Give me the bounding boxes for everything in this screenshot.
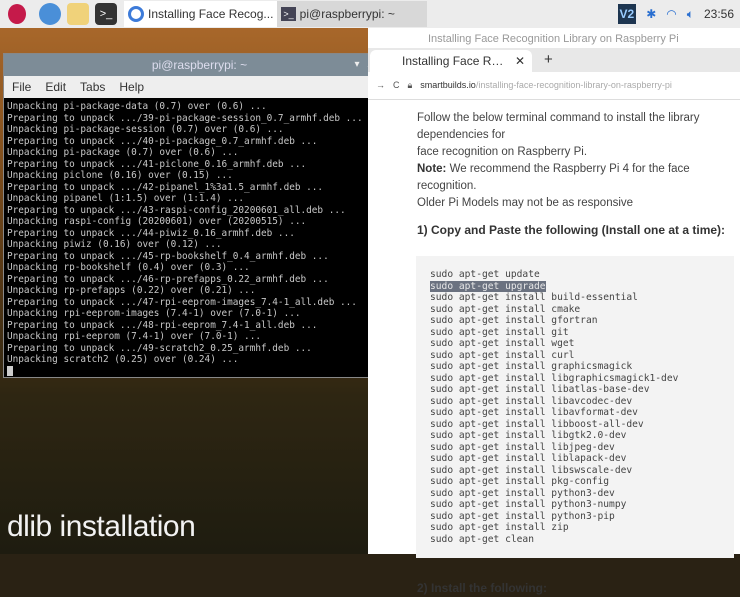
code-line: sudo apt-get install graphicsmagick [430,361,633,372]
browser-window: Installing Face Recognition Library on R… [368,28,740,595]
code-line: sudo apt-get install zip [430,522,569,533]
terminal-cursor [7,365,13,376]
code-line: sudo apt-get update [430,269,540,280]
web-browser-icon[interactable] [39,3,61,25]
note: Note: We recommend the Raspberry Pi 4 fo… [417,163,690,192]
volume-icon[interactable]: 🔈︎ [687,7,694,22]
menu-tabs[interactable]: Tabs [80,80,105,94]
intro-text: Follow the below terminal command to ins… [417,112,700,141]
code-line: sudo apt-get install cmake [430,303,581,315]
browser-title: Installing Face Recognition Library on R… [368,28,740,48]
terminal-line: Unpacking piwiz (0.16) over (0.12) ... [7,239,222,250]
clock: 23:56 [703,7,734,21]
task-label: pi@raspberrypi: ~ [299,7,395,21]
code-line: sudo apt-get install libswscale-dev [430,464,633,476]
minimize-icon[interactable]: ▾ [355,54,360,76]
terminal-line: Preparing to unpack .../47-rpi-eeprom-im… [7,296,357,308]
tab-label: Installing Face Recognition Library [402,54,507,68]
code-line: sudo apt-get install pkg-config [430,476,610,487]
terminal-menubar: File Edit Tabs Help [4,76,395,98]
close-tab-icon[interactable]: ✕ [515,54,525,68]
file-manager-icon[interactable] [67,3,89,25]
terminal-line: Unpacking raspi-config (20200601) over (… [7,216,307,227]
video-caption: dlib installation [7,510,196,543]
new-tab-icon[interactable]: + [544,51,553,68]
terminal-line: Unpacking piclone (0.16) over (0.15) ... [7,170,233,181]
lock-icon: 🔒︎ [407,80,413,90]
terminal-icon[interactable]: >_ [95,3,117,25]
bluetooth-icon[interactable]: ✱ [646,7,656,21]
terminal-line: Unpacking rp-bookshelf (0.4) over (0.3) … [7,262,250,273]
terminal-icon: >_ [281,7,296,21]
url-path: /installing-face-recognition-library-on-… [475,80,672,90]
tab-active[interactable]: Installing Face Recognition Library ✕ [370,50,532,72]
code-line: sudo apt-get install libgraphicsmagick1-… [430,372,679,384]
code-line: sudo apt-get install libavformat-dev [430,407,638,418]
task-label: Installing Face Recog... [148,7,274,21]
menu-edit[interactable]: Edit [45,80,66,94]
page-content: Follow the below terminal command to ins… [368,100,740,597]
code-line: sudo apt-get install libavcodec-dev [430,395,633,407]
terminal-line: Preparing to unpack .../49-scratch2_0.25… [7,342,312,354]
vnc-icon[interactable]: V2 [617,4,637,24]
task-terminal[interactable]: >_ pi@raspberrypi: ~ [277,1,428,27]
taskbar: >_ Installing Face Recog... >_ pi@raspbe… [0,0,740,28]
terminal-line: Preparing to unpack .../46-rp-prefapps_0… [7,273,329,285]
code-line: sudo apt-get install wget [430,338,575,349]
terminal-line: Preparing to unpack .../41-piclone_0.16_… [7,158,307,170]
terminal-line: Unpacking pi-package-session (0.7) over … [7,124,284,135]
code-line: sudo apt-get install libatlas-base-dev [430,384,650,395]
terminal-line: Unpacking rpi-eeprom (7.4-1) over (7.0-1… [7,331,261,342]
task-browser[interactable]: Installing Face Recog... [124,1,278,27]
code-line: sudo apt-get install libboost-all-dev [430,418,644,430]
menu-help[interactable]: Help [119,80,144,94]
raspberry-menu-icon[interactable] [8,4,26,24]
tab-strip: Installing Face Recognition Library ✕ + [368,48,740,72]
terminal-line: Unpacking pi-package (0.7) over (0.6) ..… [7,147,239,158]
forward-icon[interactable]: → [376,80,385,91]
terminal-line: Preparing to unpack .../39-pi-package-se… [7,112,363,124]
wifi-icon[interactable]: ◠ [666,7,676,21]
terminal-line: Unpacking rpi-eeprom-images (7.4-1) over… [7,308,301,319]
code-line: sudo apt-get upgrade [430,280,546,292]
code-line: sudo apt-get install libgtk2.0-dev [430,430,627,441]
terminal-window: pi@raspberrypi: ~ ▾▴✕ File Edit Tabs Hel… [3,53,396,378]
terminal-line: Unpacking scratch2 (0.25) over (0.24) ..… [7,354,239,365]
terminal-line: Preparing to unpack .../43-raspi-config_… [7,204,346,216]
terminal-line: Unpacking pi-package-data (0.7) over (0.… [7,101,267,112]
code-line: sudo apt-get install git [430,326,569,338]
terminal-line: Unpacking rp-prefapps (0.22) over (0.21)… [7,285,256,296]
code-line: sudo apt-get install gfortran [430,315,598,326]
terminal-line: Preparing to unpack .../42-pipanel_1%3a1… [7,181,324,193]
chromium-icon [128,6,144,22]
menu-file[interactable]: File [12,80,31,94]
note-text: Older Pi Models may not be as responsive [417,197,634,209]
code-line: sudo apt-get install libjpeg-dev [430,441,615,453]
terminal-output[interactable]: Unpacking pi-package-data (0.7) over (0.… [4,98,387,379]
code-line: sudo apt-get install curl [430,349,575,361]
intro-text: face recognition on Raspberry Pi. [417,146,588,158]
code-line: sudo apt-get clean [430,533,534,545]
terminal-line: Unpacking pipanel (1:1.5) over (1:1.4) .… [7,193,245,204]
terminal-title: pi@raspberrypi: ~ [151,58,248,72]
code-line: sudo apt-get install python3-pip [430,510,615,522]
url-host: smartbuilds.io [420,80,476,90]
code-line: sudo apt-get install build-essential [430,292,638,303]
code-block[interactable]: sudo apt-get update sudo apt-get upgrade s… [416,256,734,558]
terminal-line: Preparing to unpack .../40-pi-package_0.… [7,135,318,147]
code-line: sudo apt-get install python3-numpy [430,499,627,510]
step2-heading: 2) Install the following: [417,581,547,595]
reload-icon[interactable]: C [393,80,400,91]
step1-heading: 1) Copy and Paste the following (Install… [417,223,726,237]
terminal-line: Preparing to unpack .../48-rpi-eeprom_7.… [7,319,318,331]
code-line: sudo apt-get install python3-dev [430,487,615,499]
address-bar[interactable]: → C 🔒︎ smartbuilds.io/installing-face-re… [368,72,740,100]
system-tray: V2 ✱ ◠ 🔈︎ 23:56 [617,0,734,28]
terminal-titlebar[interactable]: pi@raspberrypi: ~ ▾▴✕ [4,54,395,76]
code-line: sudo apt-get install liblapack-dev [430,453,627,464]
terminal-line: Preparing to unpack .../45-rp-bookshelf_… [7,250,329,262]
terminal-line: Preparing to unpack .../44-piwiz_0.16_ar… [7,227,295,239]
